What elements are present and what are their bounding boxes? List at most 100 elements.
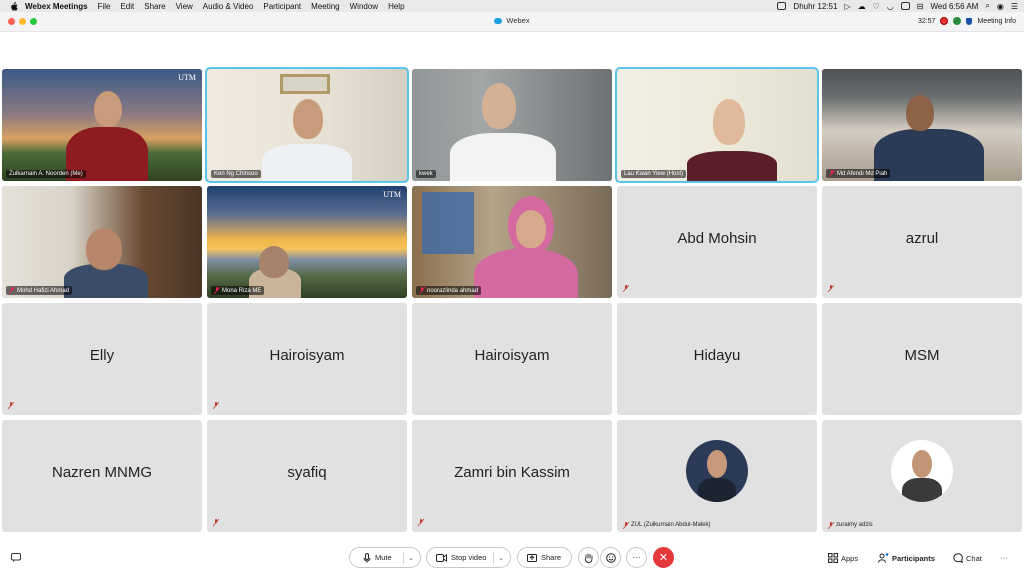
menu-audio-video[interactable]: Audio & Video (203, 2, 254, 11)
pill-divider (403, 552, 404, 564)
menu-edit[interactable]: Edit (120, 2, 134, 11)
participant-body (874, 129, 984, 181)
participant-tile-video-host[interactable]: Lau Kwan Yiew (Host) (617, 69, 817, 181)
pill-divider (493, 552, 494, 564)
video-options-chevron-icon[interactable]: ⌄ (498, 554, 504, 562)
participant-name: syafiq (287, 464, 327, 481)
mute-label: Mute (375, 553, 392, 562)
hand-icon (584, 553, 593, 563)
participant-name-label: zuraimy adzis (826, 521, 876, 529)
control-center-icon[interactable]: ⊟ (917, 2, 924, 11)
more-options-icon: ··· (632, 553, 641, 562)
participant-tile-video[interactable]: UTM Mona Riza ME (207, 186, 407, 298)
participant-tile-name[interactable]: Hairoisyam (207, 303, 407, 415)
avatar-face (707, 450, 727, 478)
participant-tile-avatar[interactable]: zuraimy adzis (822, 420, 1022, 532)
meeting-toolbar: Mute ⌄ Stop video ⌄ Share ··· ✕ Apps Par… (0, 540, 1024, 576)
apps-button[interactable]: Apps (828, 553, 858, 563)
raise-hand-button[interactable] (578, 547, 599, 568)
menu-window[interactable]: Window (350, 2, 378, 11)
participant-face (713, 99, 745, 145)
smiley-icon (605, 552, 616, 563)
meeting-info-button[interactable]: Meeting Info (977, 18, 1016, 25)
participant-face (86, 228, 122, 270)
muted-mic-icon (213, 402, 219, 409)
menu-file[interactable]: File (98, 2, 111, 11)
participant-tile-name[interactable]: Hidayu (617, 303, 817, 415)
participant-name-label: Lau Kwan Yiew (Host) (621, 170, 687, 178)
participant-tile-video[interactable]: Md Afendi Md Piah (822, 69, 1022, 181)
macos-menu-bar: Webex Meetings File Edit Share View Audi… (0, 0, 1024, 12)
participant-face (94, 91, 122, 127)
more-options-button[interactable]: ··· (626, 547, 647, 568)
participant-tile-name[interactable]: Zamri bin Kassim (412, 420, 612, 532)
recording-icon[interactable] (940, 17, 949, 25)
participant-name: Hairoisyam (474, 347, 550, 364)
mute-options-chevron-icon[interactable]: ⌄ (408, 554, 414, 562)
participant-tile-name[interactable]: Elly (2, 303, 202, 415)
participant-tile-video[interactable]: kwek (412, 69, 612, 181)
avatar-body (698, 478, 736, 502)
mute-button[interactable]: Mute ⌄ (349, 547, 421, 568)
participant-tile-avatar[interactable]: ZUL (Zulkurnain Abdul-Malek) (617, 420, 817, 532)
play-icon[interactable]: ▷ (844, 2, 850, 11)
avatar (891, 440, 953, 502)
captions-icon[interactable] (11, 553, 21, 562)
webex-logo-icon (494, 18, 503, 25)
menu-participant[interactable]: Participant (263, 2, 301, 11)
apple-icon[interactable] (9, 1, 19, 11)
audio-level-icon[interactable] (953, 17, 962, 25)
muted-mic-icon (8, 402, 14, 409)
leave-meeting-button[interactable]: ✕ (653, 547, 674, 568)
siri-icon[interactable]: ◉ (997, 2, 1004, 11)
chat-label: Chat (966, 553, 982, 563)
participant-face (482, 83, 516, 129)
muted-mic-icon (623, 285, 629, 292)
chat-button[interactable]: Chat (953, 553, 982, 563)
share-button[interactable]: Share (517, 547, 572, 568)
menu-meeting[interactable]: Meeting (311, 2, 339, 11)
participant-name: Nazren MNMG (51, 464, 152, 481)
screen-icon[interactable] (777, 2, 787, 10)
chat-bubble-icon (953, 553, 963, 563)
participant-tile-video-active[interactable]: Ken Ng Chinsoo (207, 69, 407, 181)
heart-icon[interactable]: ♡ (873, 2, 880, 11)
participant-tile-video[interactable]: noorazlinda ahmad (412, 186, 612, 298)
menu-help[interactable]: Help (388, 2, 404, 11)
cloud-icon[interactable]: ☁ (858, 2, 866, 11)
notification-center-icon[interactable]: ☰ (1011, 2, 1018, 11)
muted-mic-icon (9, 287, 15, 294)
muted-mic-icon (419, 287, 425, 294)
avatar-face (912, 450, 932, 478)
participant-tile-name[interactable]: syafiq (207, 420, 407, 532)
participant-name: Lau Kwan Yiew (Host) (624, 171, 684, 177)
participant-tile-name[interactable]: Nazren MNMG (2, 420, 202, 532)
participant-tile-video[interactable]: Mohd Hafizi Ahmad (2, 186, 202, 298)
stop-video-button[interactable]: Stop video ⌄ (426, 547, 511, 568)
overflow-menu-icon: ··· (1000, 553, 1008, 562)
battery-icon[interactable] (900, 2, 910, 10)
participant-name-label: kwek (416, 170, 436, 178)
spotlight-search-icon[interactable]: ⌕ (985, 1, 989, 11)
prayer-time[interactable]: Dhuhr 12:51 (793, 2, 837, 11)
menu-share[interactable]: Share (144, 2, 165, 11)
participant-name-label: Mohd Hafizi Ahmad (6, 286, 73, 295)
overflow-menu-button[interactable]: ··· (1000, 553, 1008, 562)
participants-button[interactable]: Participants (878, 553, 935, 563)
participant-tile-video[interactable]: UTM Zulkarnain A. Noorden (Me) (2, 69, 202, 181)
wifi-icon[interactable]: ◡ (887, 2, 894, 11)
app-menu-name[interactable]: Webex Meetings (25, 2, 88, 11)
participant-name-label: Ken Ng Chinsoo (211, 170, 261, 178)
participant-name: Abd Mohsin (677, 230, 757, 247)
participant-name: Zamri bin Kassim (454, 464, 570, 481)
participant-tile-name[interactable]: Hairoisyam (412, 303, 612, 415)
participant-name: Zulkarnain A. Noorden (Me) (9, 171, 83, 177)
reactions-button[interactable] (600, 547, 621, 568)
participant-tile-name[interactable]: MSM (822, 303, 1022, 415)
participant-tile-name[interactable]: azrul (822, 186, 1022, 298)
avatar (686, 440, 748, 502)
participants-icon (878, 553, 889, 563)
participant-tile-name[interactable]: Abd Mohsin (617, 186, 817, 298)
clock-datetime[interactable]: Wed 6:56 AM (930, 2, 978, 11)
menu-view[interactable]: View (176, 2, 193, 11)
